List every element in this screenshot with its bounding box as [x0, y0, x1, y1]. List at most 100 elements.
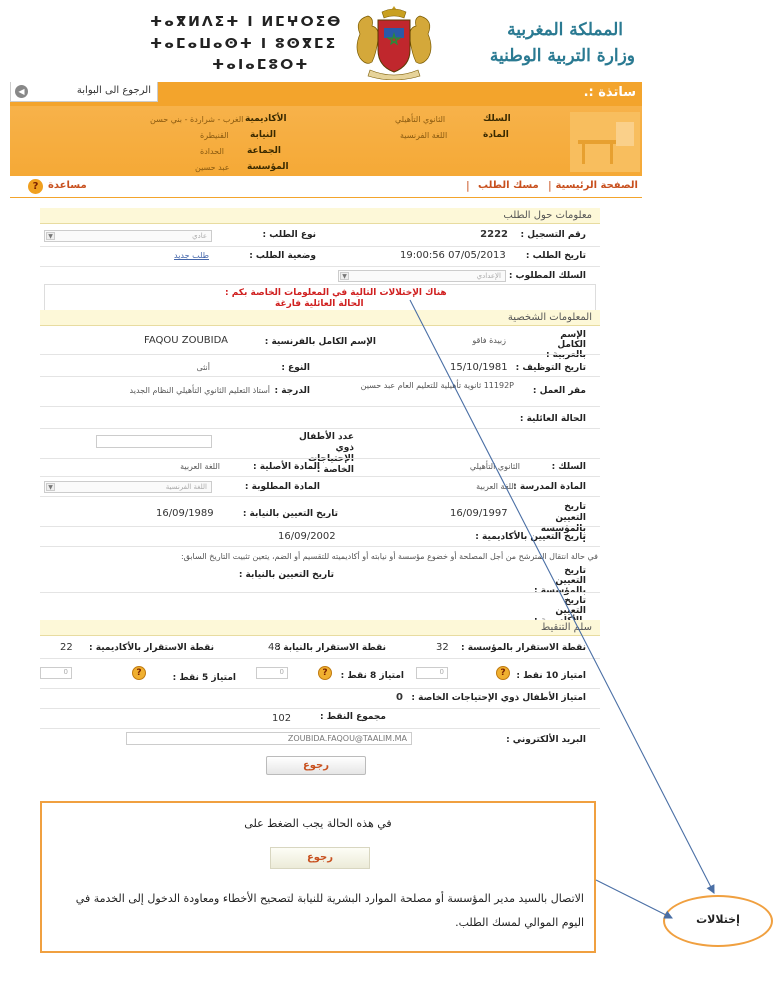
commune-value: الحدادة: [200, 147, 224, 156]
tifinagh-ministry: ⵜⴰⵎⴰⵡⴰⵙⵜ ⵏ ⵓⵙⴳⵎⵉ: [150, 36, 338, 52]
callout-instruction: في هذه الحالة يجب الضغط على: [244, 817, 392, 830]
requested-subject-value: اللغة الفرنسية: [165, 483, 207, 491]
privilege-8-label: امتياز 8 نقط :: [340, 671, 404, 681]
requested-cycle-select[interactable]: الإعدادي ▼: [338, 270, 506, 282]
hire-date-label: تاريخ التوظيف :: [515, 363, 586, 373]
name-fr-value: FAQOU ZOUBIDA: [144, 335, 228, 346]
privilege-5-label: امتياز 5 نقط :: [172, 673, 236, 683]
workplace-value: 11192P ثانوية تأهيلية للتعليم العام عبد …: [360, 381, 514, 390]
nav-help-link[interactable]: مساعدة: [48, 180, 87, 191]
hire-date-value: 15/10/1981: [450, 362, 508, 373]
privilege-8-input[interactable]: 0: [256, 667, 288, 679]
marital-status-label: الحالة العائلية :: [519, 414, 586, 424]
chevron-down-icon: ▼: [46, 483, 55, 491]
assign-province-prev-label: تاريخ التعيين بالنيابة :: [238, 570, 334, 580]
instruction-callout: في هذه الحالة يجب الضغط على رجوع الاتصال…: [40, 801, 596, 953]
back-to-portal-button[interactable]: ◀ الرجوع الى البوابة: [10, 82, 158, 102]
assign-academy-label: تاريخ التعيين بالأكاديمية :: [475, 532, 586, 542]
province-value: القنيطرة: [200, 131, 229, 140]
request-date-value: 19:00:56 07/05/2013: [400, 250, 506, 261]
assign-province-label: تاريخ التعيين بالنيابة :: [242, 509, 338, 519]
subject-label: المادة: [483, 130, 509, 140]
stability-province-value: 48: [268, 642, 281, 653]
ministry-title: وزارة التربية الوطنية: [489, 46, 635, 66]
workplace-label: مقر العمل :: [532, 386, 586, 396]
special-needs-input[interactable]: [96, 435, 212, 448]
section-personal-header: المعلومات الشخصية: [40, 310, 600, 326]
stability-academy-label: نقطة الاستقرار بالأكاديمية :: [89, 643, 214, 653]
academy-label: الأكاديمية: [245, 114, 287, 124]
nav-request-link[interactable]: مسك الطلب: [478, 180, 539, 191]
total-points-label: مجموع النقط :: [319, 712, 386, 722]
email-input[interactable]: ZOUBIDA.FAQOU@TAALIM.MA: [126, 732, 412, 745]
section-score-header: سلم التنقيط: [40, 620, 600, 636]
commune-label: الجماعة: [247, 146, 281, 156]
request-date-label: تاريخ الطلب :: [525, 251, 586, 261]
cycle-value: الثانوي التأهيلي: [395, 115, 446, 124]
error-message-box: هناك الإختلالات التالية في المعلومات الخ…: [44, 284, 596, 311]
stability-school-value: 32: [436, 642, 449, 653]
nav-home-link[interactable]: الصفحة الرئيسية: [555, 180, 638, 191]
privilege-5-input[interactable]: 0: [40, 667, 72, 679]
subject-value: اللغة الفرنسية: [400, 131, 448, 140]
school-label: المؤسسة: [247, 162, 289, 172]
requested-cycle-label: السلك المطلوب :: [508, 271, 586, 281]
privilege-10-input[interactable]: 0: [416, 667, 448, 679]
gender-label: النوع :: [281, 363, 310, 373]
requested-cycle-value: الإعدادي: [476, 272, 501, 280]
section-request-title: معلومات حول الطلب: [503, 210, 592, 221]
page-title: ساتذة :.: [583, 85, 636, 100]
chevron-down-icon: ▼: [340, 272, 349, 280]
grade-value: أستاذ التعليم الثانوي التأهيلي النظام ال…: [129, 386, 270, 395]
section-score-title: سلم التنقيط: [541, 622, 592, 633]
request-status-link[interactable]: طلب جديد: [174, 251, 209, 260]
back-to-portal-label: الرجوع الى البوابة: [76, 85, 151, 96]
chevron-down-icon: ▼: [46, 232, 55, 240]
request-form: معلومات حول الطلب رقم التسجيل : 2222 نوع…: [40, 206, 600, 776]
transfer-note: في حالة انتقال المترشح من أجل المصلحة أو…: [180, 552, 598, 561]
reg-no-value: 2222: [480, 229, 508, 240]
error-detail: الحالة العائلية فارغة: [275, 299, 364, 309]
request-type-select[interactable]: عادي ▼: [44, 230, 212, 242]
errors-bubble: إختلالات: [663, 895, 773, 947]
kingdom-title: المملكة المغربية: [507, 20, 623, 40]
help-icon[interactable]: ?: [496, 666, 510, 680]
original-subject-label: المادة الأصلية :: [253, 462, 320, 472]
back-button[interactable]: رجوع: [266, 756, 366, 775]
errors-bubble-text: إختلالات: [696, 913, 740, 926]
help-icon[interactable]: ?: [318, 666, 332, 680]
tifinagh-education: ⵜⴰⵏⴰⵎⵓⵔⵜ: [212, 57, 310, 73]
name-fr-label: الإسم الكامل بالفرنسية :: [264, 337, 376, 347]
error-title: هناك الإختلالات التالية في المعلومات الخ…: [225, 288, 447, 298]
section-request-header: معلومات حول الطلب: [40, 208, 600, 224]
stability-province-label: نقطة الاستقرار بالنيابة :: [276, 643, 386, 653]
cycle-label: السلك :: [551, 462, 586, 472]
request-type-value: عادي: [192, 232, 207, 240]
name-ar-value: زبيدة فاقو: [472, 336, 506, 345]
decorative-photo-icon: [570, 112, 640, 172]
taught-subject-value: اللغة العربية: [476, 482, 516, 491]
coat-of-arms-icon: [356, 6, 432, 80]
taught-subject-label: المادة المدرسة :: [513, 482, 586, 492]
cycle-value: الثانوي التأهيلي: [469, 462, 520, 471]
arrow-from-callout: [595, 879, 673, 919]
email-value: ZOUBIDA.FAQOU@TAALIM.MA: [287, 734, 407, 743]
province-label: النيابة: [250, 130, 277, 140]
requested-subject-select[interactable]: اللغة الفرنسية ▼: [44, 481, 212, 493]
requested-subject-label: المادة المطلوبة :: [244, 482, 320, 492]
section-personal-title: المعلومات الشخصية: [507, 312, 592, 323]
assign-province-value: 16/09/1989: [156, 508, 214, 519]
tifinagh-kingdom: ⵜⴰⴳⵍⴷⵉⵜ ⵏ ⵍⵎⵖⵔⵉⴱ: [150, 14, 343, 30]
help-icon[interactable]: ?: [28, 179, 43, 194]
original-subject-value: اللغة العربية: [180, 462, 220, 471]
user-info-band: الأكاديمية الغرب - شراردة - بني حسن الني…: [10, 106, 642, 176]
request-type-label: نوع الطلب :: [262, 230, 316, 240]
ministry-header: ⵜⴰⴳⵍⴷⵉⵜ ⵏ ⵍⵎⵖⵔⵉⴱ ⵜⴰⵎⴰⵡⴰⵙⵜ ⵏ ⵓⵙⴳⵎⵉ ⵜⴰⵏⴰⵎⵓ…: [0, 0, 783, 80]
callout-back-button[interactable]: رجوع: [270, 847, 370, 869]
assign-academy-value: 16/09/2002: [278, 531, 336, 542]
callout-contact-text: الاتصال بالسيد مدير المؤسسة أو مصلحة الم…: [75, 892, 584, 929]
gender-value: أنثى: [196, 363, 210, 372]
email-label: البريد الألكتروني :: [506, 735, 586, 745]
stability-academy-value: 22: [60, 642, 73, 653]
help-icon[interactable]: ?: [132, 666, 146, 680]
